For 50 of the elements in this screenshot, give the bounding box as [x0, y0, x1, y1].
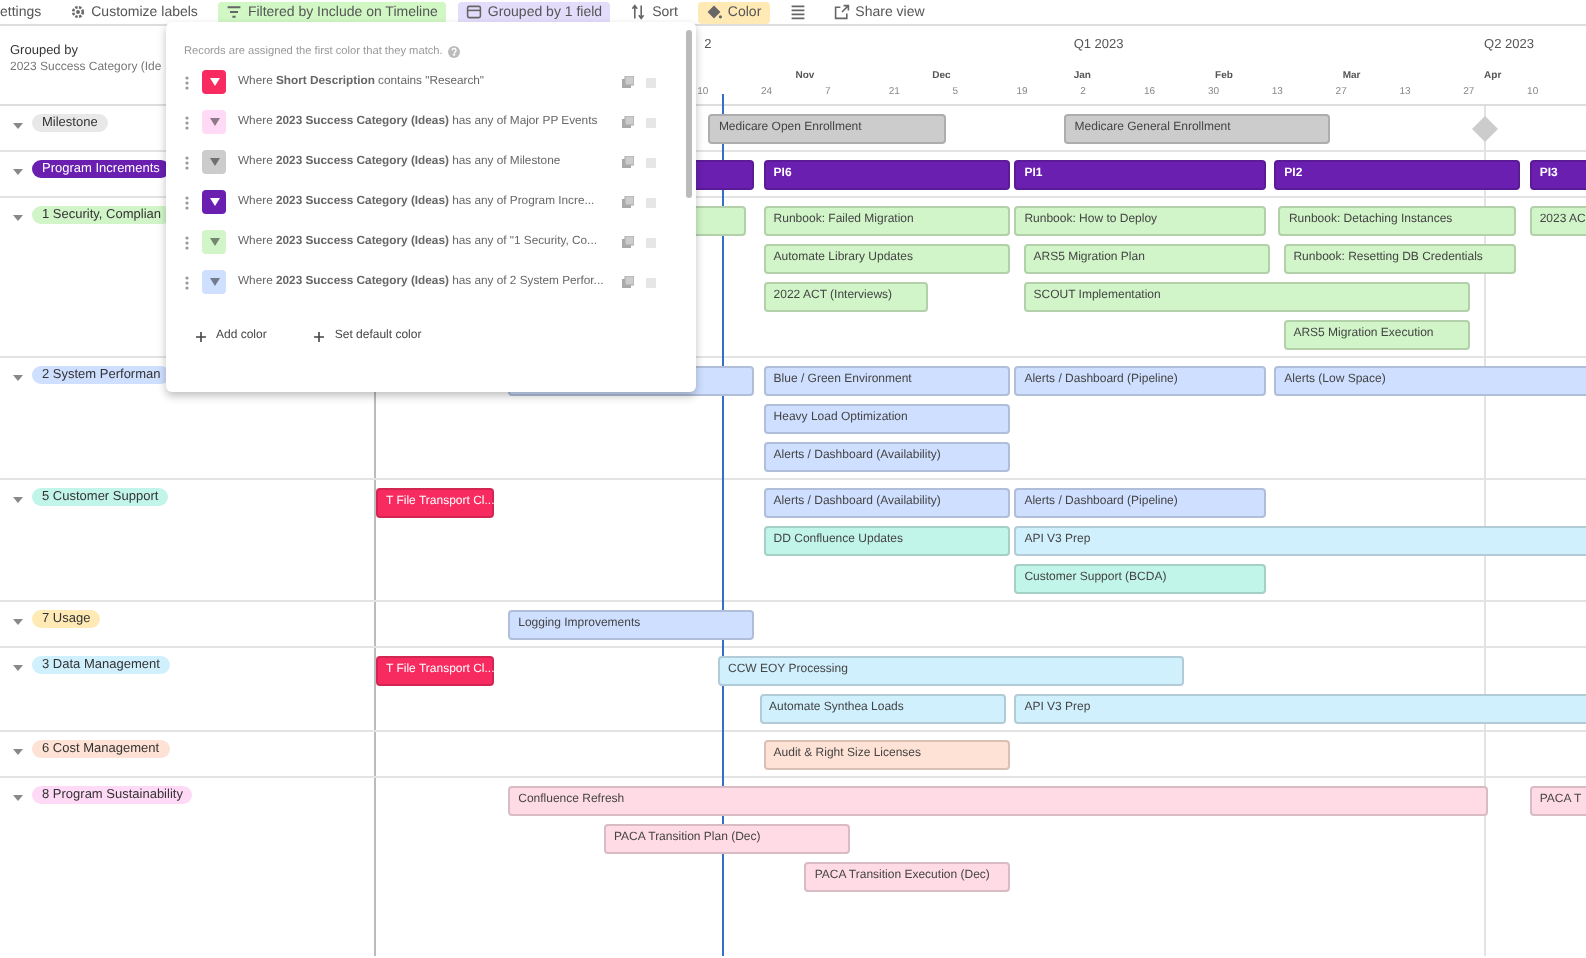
color-swatch[interactable] — [202, 70, 226, 94]
help-icon[interactable] — [448, 46, 461, 58]
plus-icon — [196, 331, 206, 341]
square-icon — [646, 237, 656, 247]
copy-icon[interactable] — [622, 156, 634, 168]
color-swatch[interactable] — [202, 270, 226, 294]
drag-handle-icon[interactable] — [184, 235, 190, 249]
sort-icon — [630, 4, 647, 20]
color-swatch[interactable] — [202, 150, 226, 174]
gear-icon — [69, 4, 86, 20]
caret-icon[interactable] — [12, 372, 24, 384]
caret-icon — [209, 198, 219, 206]
drag-handle-icon[interactable] — [184, 75, 190, 89]
square-icon — [646, 197, 656, 207]
copy-icon[interactable] — [622, 76, 634, 88]
caret-icon — [209, 118, 219, 126]
list-icon — [789, 4, 806, 20]
caret-icon[interactable] — [12, 792, 24, 804]
caret-icon[interactable] — [12, 662, 24, 674]
square-icon — [646, 157, 656, 167]
group-icon — [465, 4, 482, 20]
caret-icon — [209, 158, 219, 166]
color-swatch[interactable] — [202, 110, 226, 134]
color-swatch[interactable] — [202, 190, 226, 214]
caret-icon — [209, 78, 219, 86]
share-icon — [833, 4, 850, 20]
filter-icon — [225, 4, 242, 20]
caret-icon[interactable] — [12, 166, 24, 178]
caret-icon — [209, 238, 219, 246]
caret-icon[interactable] — [12, 120, 24, 132]
caret-icon[interactable] — [12, 494, 24, 506]
copy-icon[interactable] — [622, 276, 634, 288]
caret-icon[interactable] — [12, 746, 24, 758]
square-icon — [646, 277, 656, 287]
copy-icon[interactable] — [622, 196, 634, 208]
caret-icon[interactable] — [12, 212, 24, 224]
copy-icon[interactable] — [622, 236, 634, 248]
color-swatch[interactable] — [202, 230, 226, 254]
drag-handle-icon[interactable] — [184, 115, 190, 129]
paint-bucket-icon — [705, 4, 722, 20]
scrollbar[interactable] — [686, 30, 692, 198]
caret-icon[interactable] — [12, 616, 24, 628]
drag-handle-icon[interactable] — [184, 155, 190, 169]
drag-handle-icon[interactable] — [184, 195, 190, 209]
caret-icon — [209, 278, 219, 286]
drag-handle-icon[interactable] — [184, 275, 190, 289]
copy-icon[interactable] — [622, 116, 634, 128]
square-icon — [646, 77, 656, 87]
plus-icon — [314, 331, 325, 341]
square-icon — [646, 117, 656, 127]
